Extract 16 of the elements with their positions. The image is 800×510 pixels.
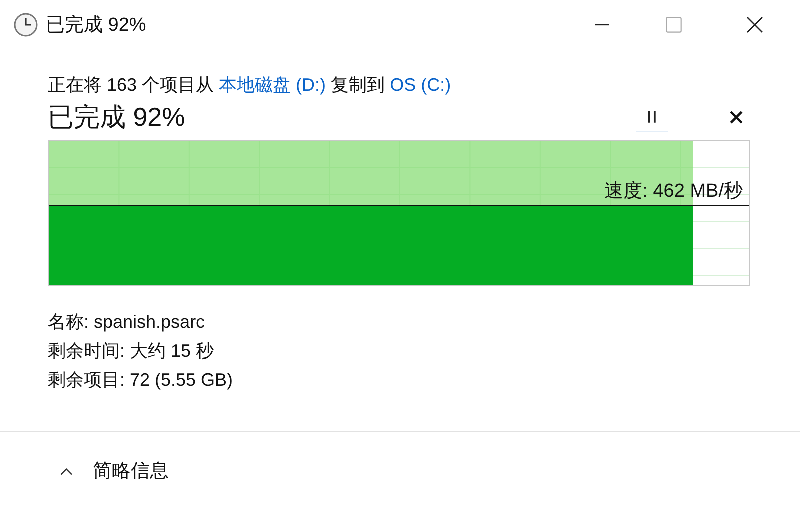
progress-heading: 已完成 92%	[48, 100, 186, 134]
maximize-icon	[666, 17, 682, 33]
clock-icon	[14, 13, 38, 37]
close-icon	[746, 16, 764, 34]
pause-icon	[646, 110, 658, 124]
drive-link[interactable]: OS (C:)	[390, 75, 452, 95]
speed-label: 速度: 462 MB/秒	[604, 180, 743, 204]
copy-description: 正在将 163 个项目从 本地磁盘 (D:) 复制到 OS (C:)	[48, 74, 452, 97]
chevron-up-icon	[60, 466, 73, 476]
drive-link[interactable]: 本地磁盘 (D:)	[219, 75, 326, 95]
detail-text: 剩余项目: 72 (5.55 GB)	[48, 369, 234, 392]
close-icon	[730, 110, 742, 124]
less-details-button[interactable]: 简略信息	[56, 454, 173, 488]
window-title: 已完成 92%	[46, 14, 146, 38]
detail-text: 剩余时间: 大约 15 秒	[48, 340, 214, 363]
detail-text: 名称: spanish.psarc	[48, 311, 206, 334]
